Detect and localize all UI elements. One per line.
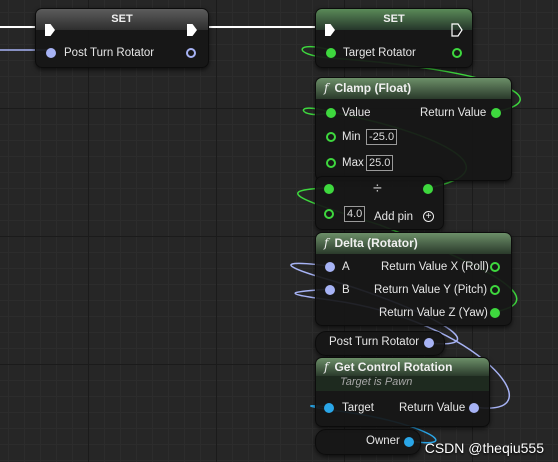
owner-label: Owner — [366, 435, 400, 447]
max-label: Max — [342, 157, 364, 169]
set-node-header: SET — [36, 9, 208, 30]
return-y-pin[interactable] — [490, 285, 500, 295]
return-x-pin[interactable] — [490, 262, 500, 272]
a-in-pin[interactable] — [325, 262, 335, 272]
get-control-header: f Get Control Rotation — [316, 358, 489, 376]
function-icon: f — [324, 360, 329, 374]
float-out-pin[interactable] — [423, 184, 433, 194]
pin-label: Post Turn Rotator — [64, 47, 155, 59]
max-value-field[interactable]: 25.0 — [366, 155, 394, 171]
b-label: B — [342, 284, 350, 296]
min-in-pin[interactable] — [326, 132, 336, 142]
return-y-label: Return Value Y (Pitch) — [374, 284, 488, 296]
value-in-pin[interactable] — [326, 108, 336, 118]
return-x-label: Return Value X (Roll) — [381, 261, 489, 273]
a-label: A — [342, 261, 350, 273]
return-value-pin[interactable] — [491, 108, 501, 118]
delta-rotator-node[interactable]: f Delta (Rotator) A Return Value X (Roll)… — [315, 232, 512, 326]
function-icon: f — [324, 236, 329, 250]
return-value-label: Return Value — [399, 402, 466, 414]
rotator-in-pin[interactable] — [46, 48, 56, 58]
variable-label: Post Turn Rotator — [329, 336, 420, 348]
set-node-header: SET — [316, 9, 472, 30]
clamp-title: Clamp (Float) — [334, 81, 412, 95]
float-in-pin-b[interactable] — [324, 209, 334, 219]
set-node-post-turn-rotator[interactable]: SET Post Turn Rotator — [35, 8, 209, 68]
get-control-rotation-node[interactable]: f Get Control Rotation Target is Pawn Tar… — [315, 357, 490, 427]
add-pin-icon[interactable]: + — [423, 211, 434, 222]
clamp-header: f Clamp (Float) — [316, 78, 511, 99]
rotator-out-pin[interactable] — [186, 48, 196, 58]
return-value-pin[interactable] — [469, 403, 479, 413]
target-in-pin[interactable] — [324, 403, 334, 413]
get-control-title: Get Control Rotation — [334, 360, 453, 374]
float-in-pin[interactable] — [326, 48, 336, 58]
b-in-pin[interactable] — [325, 285, 335, 295]
get-post-turn-rotator-node[interactable]: Post Turn Rotator — [315, 331, 445, 356]
divisor-value-field[interactable]: 4.0 — [344, 206, 366, 222]
watermark: CSDN @theqiu555 — [424, 440, 544, 456]
get-owner-node[interactable]: Owner — [315, 429, 421, 455]
get-control-subtitle: Target is Pawn — [316, 376, 489, 391]
pin-label: Target Rotator — [343, 47, 416, 59]
return-z-label: Return Value Z (Yaw) — [379, 307, 488, 319]
target-label: Target — [342, 402, 374, 414]
clamp-float-node[interactable]: f Clamp (Float) Value Return Value Min -2… — [315, 77, 512, 181]
min-value-field[interactable]: -25.0 — [366, 129, 398, 145]
delta-header: f Delta (Rotator) — [316, 233, 511, 254]
return-z-pin[interactable] — [490, 308, 500, 318]
max-in-pin[interactable] — [326, 158, 336, 168]
function-icon: f — [324, 81, 329, 95]
float-out-pin[interactable] — [452, 48, 462, 58]
add-pin-label[interactable]: Add pin — [374, 207, 413, 227]
return-value-label: Return Value — [420, 107, 487, 119]
divide-node[interactable]: ÷ 4.0 Add pin + — [315, 176, 444, 230]
delta-title: Delta (Rotator) — [334, 236, 418, 250]
divide-icon: ÷ — [373, 180, 382, 197]
value-label: Value — [342, 107, 371, 119]
min-label: Min — [342, 131, 361, 143]
exec-out-pin[interactable] — [451, 23, 463, 37]
object-out-pin[interactable] — [404, 437, 414, 447]
rotator-out-pin[interactable] — [424, 338, 434, 348]
set-node-target-rotator[interactable]: SET Target Rotator — [315, 8, 473, 68]
float-in-pin-a[interactable] — [324, 184, 334, 194]
